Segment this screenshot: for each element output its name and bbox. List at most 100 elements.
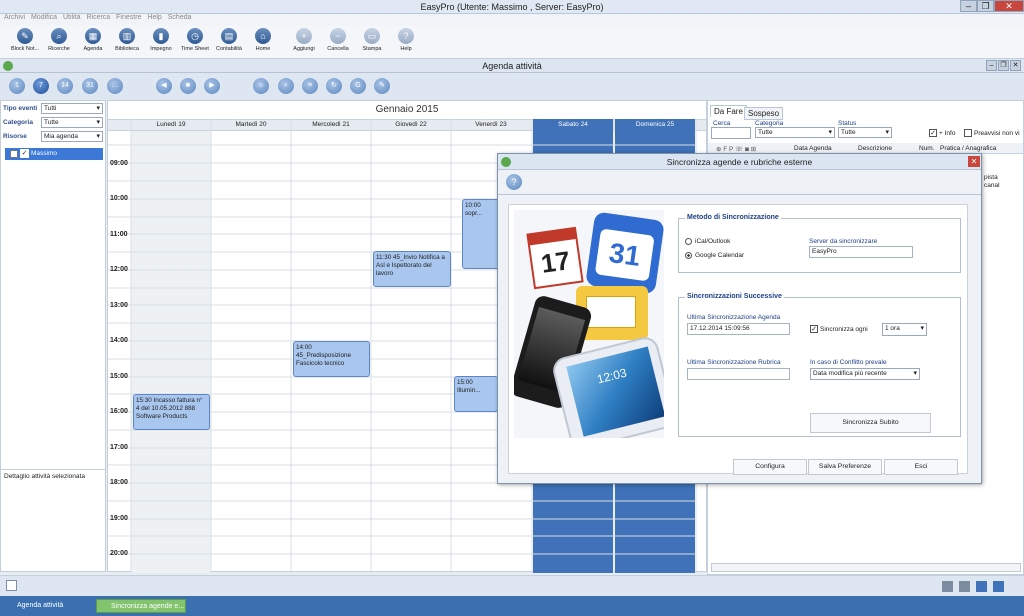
conflitto-select[interactable]: Data modifica più recente — [810, 368, 920, 380]
dialog-close-button[interactable]: ✕ — [968, 156, 980, 167]
appointment[interactable]: 11:30 45_Invio Notifica a Asl e Ispettor… — [373, 251, 451, 287]
help-icon[interactable]: ? — [506, 174, 522, 190]
help-button[interactable]: ? Help — [389, 28, 423, 52]
chart-icon: ▮ — [153, 28, 169, 44]
menu-scheda[interactable]: Scheda — [168, 14, 192, 21]
grid-icon[interactable] — [6, 580, 17, 591]
calculator-icon: ▤ — [221, 28, 237, 44]
next-icon[interactable]: ▶ — [204, 78, 220, 94]
time-sheet-button[interactable]: ◷ Time Sheet — [178, 28, 212, 52]
stop-icon[interactable]: ■ — [180, 78, 196, 94]
home-button[interactable]: ⌂ Home — [246, 28, 280, 52]
zoom-icon[interactable]: ⌕ — [278, 78, 294, 94]
google-radio[interactable] — [685, 252, 692, 259]
preavvisi-checkbox[interactable] — [964, 129, 972, 137]
close-button[interactable]: ✕ — [994, 0, 1024, 12]
column-pratica[interactable]: Pratica / Anagrafica — [940, 145, 996, 152]
sinc-ogni-label: Sincronizza ogni — [820, 326, 868, 333]
view-14-days-button[interactable]: 14 — [57, 78, 73, 94]
block-notes-button[interactable]: ✎ Block Not... — [8, 28, 42, 52]
hour-label: 12:00 — [110, 266, 128, 273]
salva-preferenze-button[interactable]: Salva Preferenze — [808, 459, 882, 475]
ical-label: iCal/Outlook — [695, 238, 731, 245]
taskbar-sincronizza[interactable]: Sincronizza agende e... — [96, 599, 186, 613]
list-icon[interactable]: ≡ — [302, 78, 318, 94]
appointment[interactable]: 15:00 Illumin... — [454, 376, 498, 412]
delete-icon: − — [330, 28, 346, 44]
menu-utilita[interactable]: Utilità — [63, 14, 81, 21]
ult-rubrica-input[interactable] — [687, 368, 790, 380]
configura-button[interactable]: Configura — [733, 459, 807, 475]
resource-checkbox[interactable]: ✓ — [20, 149, 29, 158]
doc-close-button[interactable]: ✕ — [1010, 60, 1021, 71]
tipo-eventi-select[interactable]: Tutti — [41, 103, 103, 114]
document-bar: Agenda attività – ❐ ✕ — [0, 59, 1024, 73]
list-view-icon[interactable] — [993, 581, 1004, 592]
menu-finestre[interactable]: Finestre — [116, 14, 141, 21]
info-checkbox[interactable]: ✓ — [929, 129, 937, 137]
minimize-button[interactable]: – — [960, 0, 977, 12]
tab-da-fare[interactable]: Da Fare — [710, 105, 747, 117]
maximize-button[interactable]: ❐ — [977, 0, 994, 12]
detail-title: Dettaglio attività selezionata — [4, 473, 85, 480]
ribbon-toolbar: ✎ Block Not... ⌕ Ricerche ▦ Agenda ▥ Bibliot… — [0, 25, 1024, 59]
export-icon[interactable] — [959, 581, 970, 592]
column-data-agenda[interactable]: Data Agenda — [794, 145, 832, 152]
menu-modifica[interactable]: Modifica — [31, 14, 57, 21]
sinc-ogni-select[interactable]: 1 ora — [882, 323, 927, 336]
status-select[interactable]: Tutte — [838, 127, 892, 138]
server-input[interactable]: EasyPro — [809, 246, 913, 258]
column-num[interactable]: Num. — [919, 145, 935, 152]
stampa-button[interactable]: ▭ Stampa — [355, 28, 389, 52]
edit-icon[interactable]: ✎ — [374, 78, 390, 94]
sync-icon[interactable]: G — [350, 78, 366, 94]
view-7-days-button[interactable]: 7 — [33, 78, 49, 94]
more-views-button[interactable]: … — [107, 78, 123, 94]
menu-help[interactable]: Help — [147, 14, 161, 21]
calendar-page-image: 17 — [526, 226, 584, 290]
appointment[interactable]: 10:00 sopr... — [462, 199, 502, 269]
truncated-cell: canal — [984, 182, 1000, 189]
user-icon[interactable] — [942, 581, 953, 592]
doc-restore-button[interactable]: ❐ — [998, 60, 1009, 71]
title-bar: EasyPro (Utente: Massimo , Server: EasyP… — [0, 0, 1024, 14]
column-descrizione[interactable]: Descrizione — [858, 145, 892, 152]
ricerche-button[interactable]: ⌕ Ricerche — [42, 28, 76, 52]
refresh-icon[interactable]: ↻ — [326, 78, 342, 94]
doc-minimize-button[interactable]: – — [986, 60, 997, 71]
resource-row-massimo[interactable]: ✓ Massimo — [5, 148, 103, 160]
users-icon[interactable]: ☺ — [253, 78, 269, 94]
ical-radio[interactable] — [685, 238, 692, 245]
horizontal-scrollbar[interactable] — [711, 563, 1021, 572]
categoria-select[interactable]: Tutte — [41, 117, 103, 128]
resource-name: Massimo — [31, 150, 58, 157]
categoria-select[interactable]: Tutte — [755, 127, 835, 138]
biblioteca-button[interactable]: ▥ Biblioteca — [110, 28, 144, 52]
add-item-icon[interactable] — [976, 581, 987, 592]
tab-sospeso[interactable]: Sospeso — [744, 107, 784, 120]
cerca-input[interactable] — [711, 127, 751, 139]
taskbar-agenda[interactable]: Agenda attività — [3, 599, 91, 613]
sinc-ogni-checkbox[interactable]: ✓ — [810, 325, 818, 333]
appointment[interactable]: 14:00 45_Predisposizione Fascicolo tecni… — [293, 341, 370, 377]
agenda-button[interactable]: ▦ Agenda — [76, 28, 110, 52]
cancella-button[interactable]: − Cancella — [321, 28, 355, 52]
prev-icon[interactable]: ◀ — [156, 78, 172, 94]
ult-agenda-input[interactable]: 17.12.2014 15:09:56 — [687, 323, 790, 335]
window-title: EasyPro (Utente: Massimo , Server: EasyP… — [420, 2, 604, 12]
appointment[interactable]: 15:30 Incasso fattura n° 4 del 10.05.201… — [133, 394, 210, 430]
esci-button[interactable]: Esci — [884, 459, 958, 475]
view-31-days-button[interactable]: 31 — [82, 78, 98, 94]
hour-label: 10:00 — [110, 195, 128, 202]
menu-archivi[interactable]: Archivi — [4, 14, 25, 21]
menu-ricerca[interactable]: Ricerca — [86, 14, 110, 21]
risorse-select[interactable]: Mia agenda — [41, 131, 103, 142]
view-1-day-button[interactable]: 1 — [9, 78, 25, 94]
tipo-eventi-label: Tipo eventi — [3, 105, 38, 112]
aggiungi-button[interactable]: + Aggiungi — [287, 28, 321, 52]
impegno-button[interactable]: ▮ Impegno — [144, 28, 178, 52]
google-label: Google Calendar — [695, 252, 745, 259]
sincronizza-subito-button[interactable]: Sincronizza Subito — [810, 413, 931, 433]
contabilita-button[interactable]: ▤ Contabilità — [212, 28, 246, 52]
server-label: Server da sincronizzare — [809, 238, 878, 245]
